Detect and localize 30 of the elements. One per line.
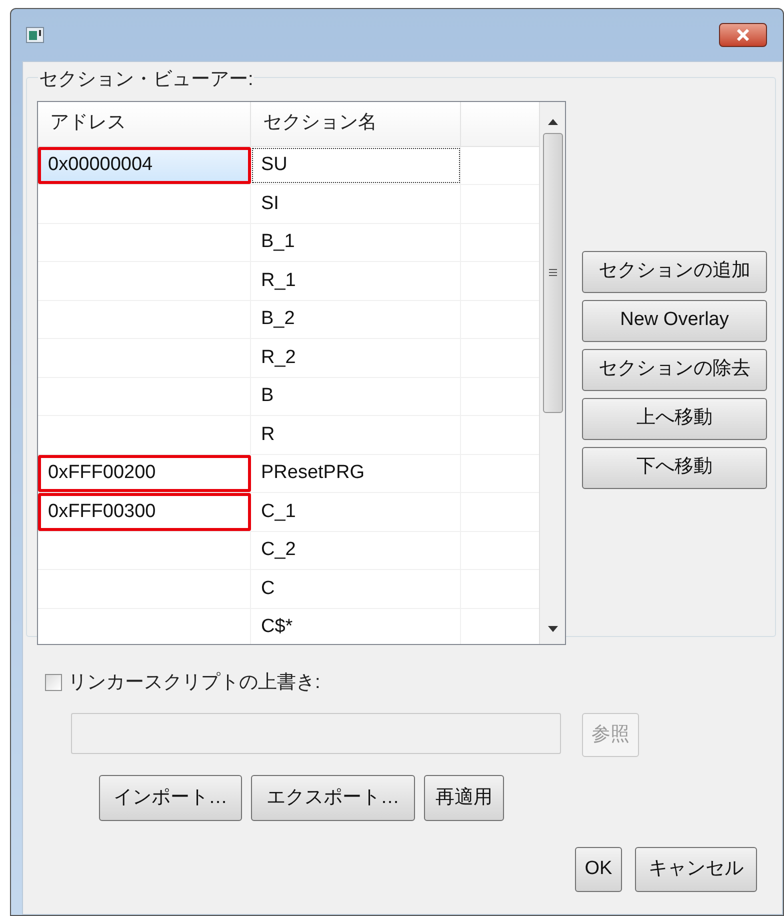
- cancel-button[interactable]: キャンセル: [635, 847, 757, 892]
- section-name-cell[interactable]: R_1: [251, 262, 461, 300]
- ok-button[interactable]: OK: [575, 847, 622, 892]
- address-cell[interactable]: 0x00000004: [38, 146, 251, 184]
- action-button[interactable]: インポート…: [99, 775, 242, 821]
- section-name-cell[interactable]: SU: [251, 146, 461, 184]
- address-cell[interactable]: 0xFFF00200: [38, 454, 251, 492]
- column-header[interactable]: アドレス: [38, 102, 251, 146]
- column-header[interactable]: セクション名: [251, 102, 461, 146]
- section-name-cell[interactable]: R: [251, 416, 461, 454]
- section-name-cell[interactable]: C_2: [251, 532, 461, 569]
- checkbox-label: リンカースクリプトの上書き:: [68, 670, 320, 694]
- section-name-cell[interactable]: C_1: [251, 493, 461, 530]
- section-name-cell[interactable]: C$*: [251, 608, 461, 644]
- section-name-cell[interactable]: B_1: [251, 224, 461, 261]
- address-cell[interactable]: 0xFFF00300: [38, 493, 251, 530]
- group-label: セクション・ビューアー:: [38, 69, 254, 90]
- section-name-cell[interactable]: B_2: [251, 300, 461, 338]
- side-button[interactable]: セクションの追加: [582, 250, 767, 292]
- side-button[interactable]: New Overlay: [582, 300, 767, 342]
- section-name-cell[interactable]: C: [251, 570, 461, 608]
- side-button[interactable]: 上へ移動: [582, 398, 767, 440]
- section-name-cell[interactable]: SI: [251, 185, 461, 222]
- action-button[interactable]: エクスポート…: [251, 775, 415, 821]
- section-name-cell[interactable]: R_2: [251, 339, 461, 376]
- section-name-cell[interactable]: B: [251, 378, 461, 415]
- section-name-cell[interactable]: PResetPRG: [251, 454, 461, 492]
- side-button[interactable]: セクションの除去: [582, 348, 767, 390]
- side-button[interactable]: 下へ移動: [582, 446, 767, 488]
- action-button[interactable]: 再適用: [424, 775, 504, 821]
